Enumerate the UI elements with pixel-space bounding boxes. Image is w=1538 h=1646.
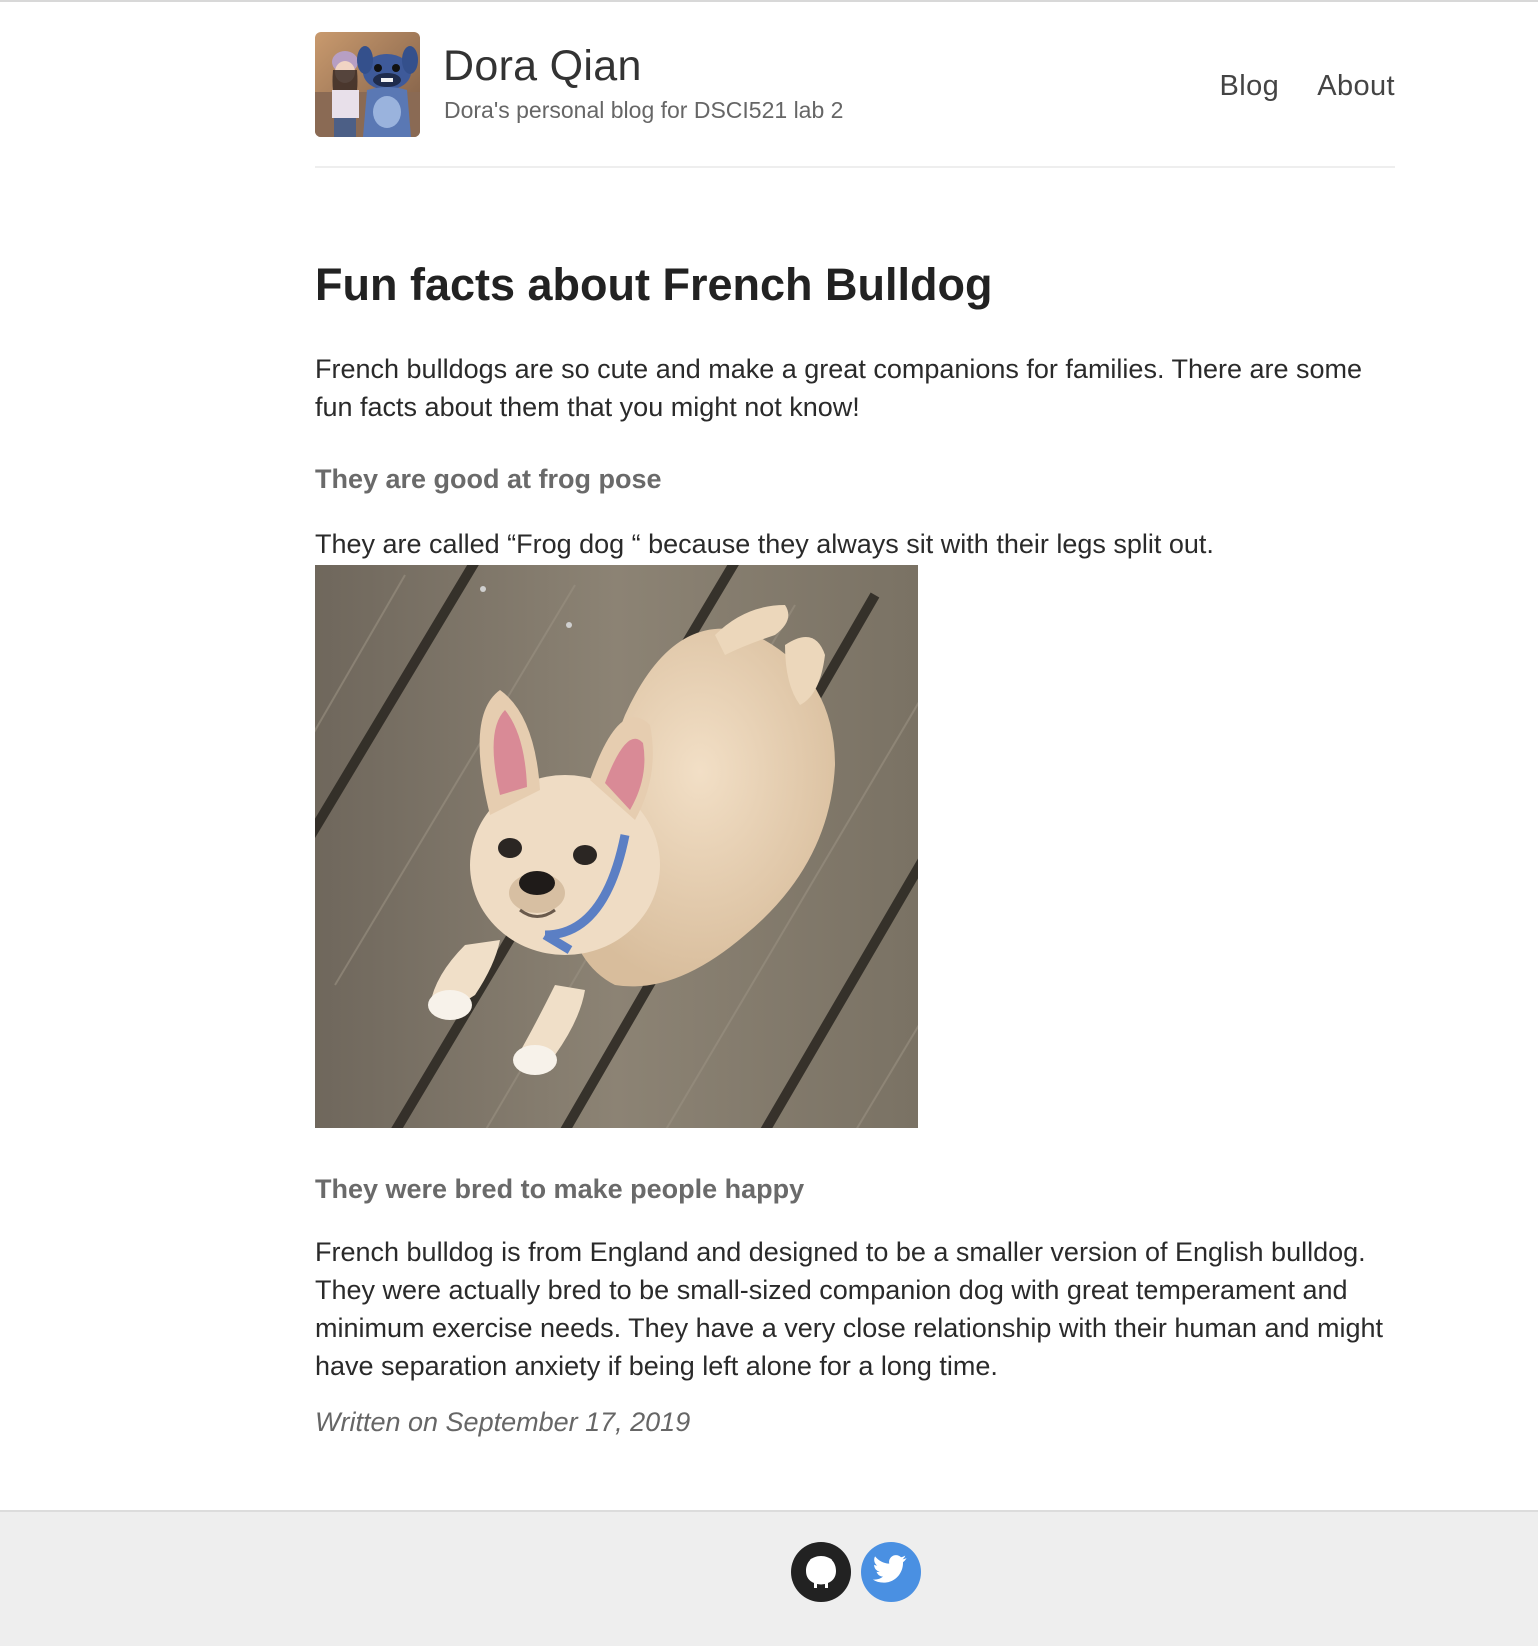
site-description: Dora's personal blog for DSCI521 lab 2: [444, 97, 844, 123]
section-text: French bulldog is from England and desig…: [315, 1237, 1384, 1381]
section-heading: They are good at frog pose: [315, 464, 662, 494]
github-icon: [806, 1556, 836, 1588]
post-date: Written on September 17, 2019: [315, 1407, 691, 1437]
french-bulldog-photo: [315, 565, 918, 1128]
social-links: [791, 1542, 921, 1602]
site-title[interactable]: Dora Qian: [443, 42, 642, 91]
nav-about-link[interactable]: About: [1317, 70, 1395, 103]
twitter-link[interactable]: [861, 1542, 921, 1602]
post: Fun facts about French Bulldog French bu…: [315, 168, 1395, 1441]
github-link[interactable]: [791, 1542, 851, 1602]
main-nav: Blog About: [1220, 70, 1395, 103]
nav-blog-link[interactable]: Blog: [1220, 70, 1280, 103]
site-footer: [0, 1510, 1538, 1646]
avatar[interactable]: [315, 32, 420, 137]
twitter-icon: [872, 1555, 907, 1583]
section-heading: They were bred to make people happy: [315, 1174, 805, 1204]
post-intro: French bulldogs are so cute and make a g…: [315, 354, 1363, 422]
masthead: Dora Qian Dora's personal blog for DSCI5…: [315, 0, 1395, 168]
section-text: They are called “Frog dog “ because they…: [315, 529, 1214, 559]
post-title: Fun facts about French Bulldog: [315, 259, 993, 310]
page-wrapper: Dora Qian Dora's personal blog for DSCI5…: [315, 0, 1395, 1441]
avatar-image: [315, 32, 420, 137]
